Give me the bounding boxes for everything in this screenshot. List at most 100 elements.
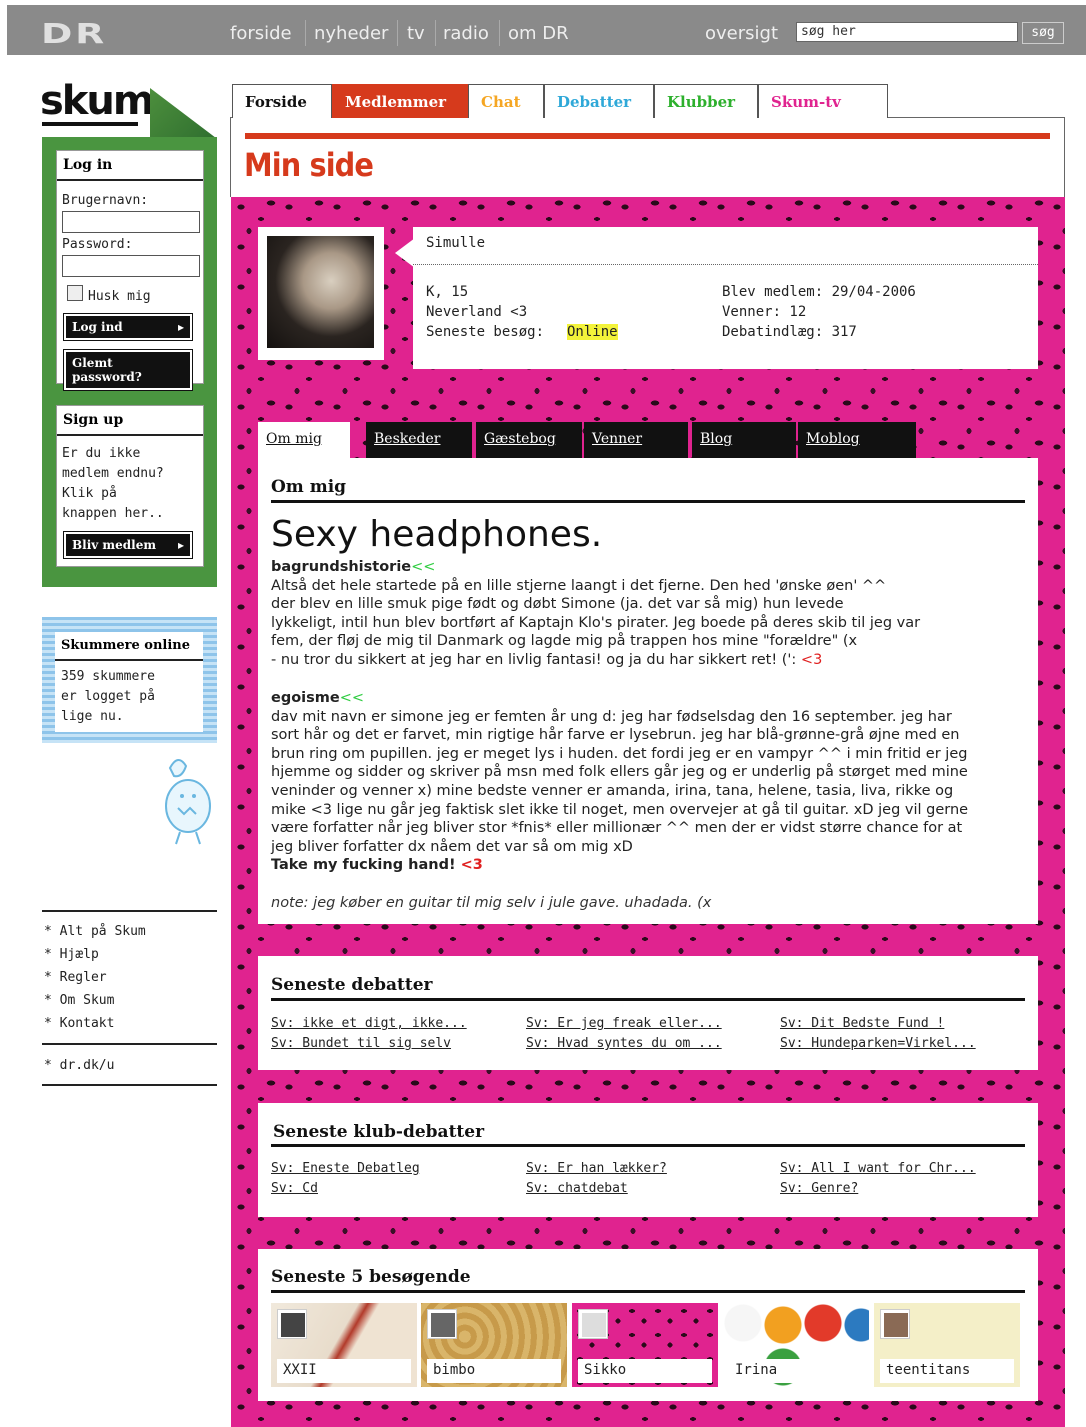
debate-link[interactable]: Sv: Dit Bedste Fund ! (780, 1016, 944, 1031)
dr-logo[interactable]: DR (41, 17, 107, 50)
visitor-avatar (880, 1309, 910, 1339)
divider (271, 1144, 1025, 1147)
ego-heading: egoisme (271, 690, 340, 706)
nav-oversigt[interactable]: oversigt (705, 23, 778, 44)
ego-line: brun ring om pupillen. jeg er meget lys … (271, 745, 968, 762)
link-hjaelp[interactable]: * Hjælp (44, 947, 99, 962)
divider (42, 1084, 217, 1086)
subtab-blog[interactable]: Blog (692, 422, 796, 458)
ego-line: være forfatter når jeg bliver stor *fnis… (271, 820, 963, 837)
visitor-card[interactable]: Irina (723, 1303, 869, 1387)
debate-link[interactable]: Sv: Bundet til sig selv (271, 1036, 451, 1051)
divider (271, 998, 1025, 1001)
link-kontakt[interactable]: * Kontakt (44, 1016, 114, 1031)
forgot-password-button[interactable]: Glemt password? (63, 349, 193, 391)
arrow-right-icon: ▸ (177, 538, 184, 552)
club-debate-link[interactable]: Sv: Genre? (780, 1181, 858, 1196)
remember-checkbox[interactable] (67, 285, 83, 301)
search-input[interactable]: søg her (796, 22, 1018, 42)
bio-line: fem, der fløj de mig til Danmark og lagd… (271, 633, 858, 650)
nav-forside[interactable]: forside (230, 23, 292, 44)
tab-chat[interactable]: Chat (468, 84, 544, 118)
link-om-skum[interactable]: * Om Skum (44, 993, 114, 1008)
debate-link[interactable]: Sv: Hvad syntes du om ... (526, 1036, 722, 1051)
divider (271, 1290, 1025, 1293)
tab-forside[interactable]: Forside (232, 84, 332, 118)
club-debate-link[interactable]: Sv: chatdebat (526, 1181, 628, 1196)
tab-debatter[interactable]: Debatter (544, 84, 654, 118)
password-field[interactable] (62, 255, 200, 277)
visitor-avatar (578, 1309, 608, 1339)
ego-line: mike <3 lige nu går jeg faktisk slet ikk… (271, 801, 969, 818)
subtab-moblog[interactable]: Moblog (798, 422, 916, 458)
login-title: Log in (57, 151, 203, 181)
visitor-card[interactable]: XXII (271, 1303, 417, 1387)
avatar[interactable] (267, 236, 374, 348)
logo-underline (42, 122, 138, 126)
club-debates-title: Seneste klub-debatter (273, 1122, 485, 1142)
club-debate-link[interactable]: Sv: All I want for Chr... (780, 1161, 976, 1176)
login-button[interactable]: Log ind ▸ (63, 313, 193, 341)
ego-line: dav mit navn er simone jeg er femten år … (271, 708, 952, 725)
visitor-name: XXII (277, 1359, 411, 1383)
nav-om-dr[interactable]: om DR (508, 23, 569, 44)
forgot-password-label: Glemt password? (72, 356, 142, 384)
online-text: er logget på (61, 689, 155, 704)
search-button[interactable]: søg (1022, 22, 1064, 44)
online-status-badge: Online (567, 324, 618, 340)
arrows: << (411, 559, 436, 575)
profile-location: Neverland <3 (426, 304, 528, 320)
login-button-label: Log ind (72, 320, 123, 334)
link-alt-paa-skum[interactable]: * Alt på Skum (44, 924, 146, 939)
club-debate-link[interactable]: Sv: Er han lækker? (526, 1161, 667, 1176)
nav-nyheder[interactable]: nyheder (314, 23, 388, 44)
subtab-venner[interactable]: Venner (584, 422, 688, 458)
subtab-beskeder[interactable]: Beskeder (366, 422, 472, 458)
chick-mascot-icon (165, 759, 211, 845)
skum-logo[interactable]: skum (40, 78, 155, 124)
subtab-om-mig[interactable]: Om mig (258, 422, 350, 458)
nav-separator (397, 20, 398, 46)
subtab-gaestebog[interactable]: Gæstebog (476, 422, 582, 458)
signup-button[interactable]: Bliv medlem ▸ (63, 531, 193, 559)
friends-count: Venner: 12 (722, 304, 807, 320)
club-debate-link[interactable]: Sv: Eneste Debatleg (271, 1161, 420, 1176)
visitor-card[interactable]: bimbo (421, 1303, 567, 1387)
debate-link[interactable]: Sv: ikke et digt, ikke... (271, 1016, 467, 1031)
header-strip (245, 133, 1050, 139)
online-text: lige nu. (61, 709, 124, 724)
signup-title: Sign up (57, 406, 203, 436)
nav-tv[interactable]: tv (407, 23, 425, 44)
debate-link[interactable]: Sv: Hundeparken=Virkel... (780, 1036, 976, 1051)
visitor-card[interactable]: Sikko (572, 1303, 718, 1387)
visitor-name: Sikko (578, 1359, 712, 1383)
remember-label: Husk mig (88, 289, 151, 304)
divider (42, 1043, 217, 1045)
club-debate-link[interactable]: Sv: Cd (271, 1181, 318, 1196)
bio-line: lykkeligt, intil hun blev bortført af Ka… (271, 614, 921, 631)
visitor-card[interactable]: teentitans (874, 1303, 1020, 1387)
nav-radio[interactable]: radio (443, 23, 489, 44)
page-title: Min side (244, 146, 374, 184)
visitor-avatar (277, 1309, 307, 1339)
signup-text: Klik på (62, 486, 117, 501)
nav-separator (305, 20, 306, 46)
username-label: Brugernavn: (62, 193, 149, 208)
debate-link[interactable]: Sv: Er jeg freak eller... (526, 1016, 722, 1031)
ego-line: hjemme og sidder og skriver på msn med f… (271, 764, 968, 781)
ego-section: egoisme<< dav mit navn er simone jeg er … (271, 689, 1031, 875)
tab-klubber[interactable]: Klubber (654, 84, 758, 118)
tab-medlemmer[interactable]: Medlemmer (332, 84, 468, 118)
visitor-name: Irina (729, 1359, 863, 1383)
tab-skum-tv[interactable]: Skum-tv (758, 84, 888, 118)
about-title: Sexy headphones. (271, 514, 603, 555)
signup-button-label: Bliv medlem (72, 538, 157, 552)
username-field[interactable] (62, 211, 200, 233)
link-dr-dk-u[interactable]: * dr.dk/u (44, 1058, 114, 1073)
profile-name: Simulle (426, 235, 486, 251)
visitor-name: bimbo (427, 1359, 561, 1383)
link-regler[interactable]: * Regler (44, 970, 107, 985)
profile-gender-age: K, 15 (426, 284, 469, 300)
club-debates-box (258, 1103, 1038, 1217)
visitor-name: teentitans (880, 1359, 1014, 1383)
